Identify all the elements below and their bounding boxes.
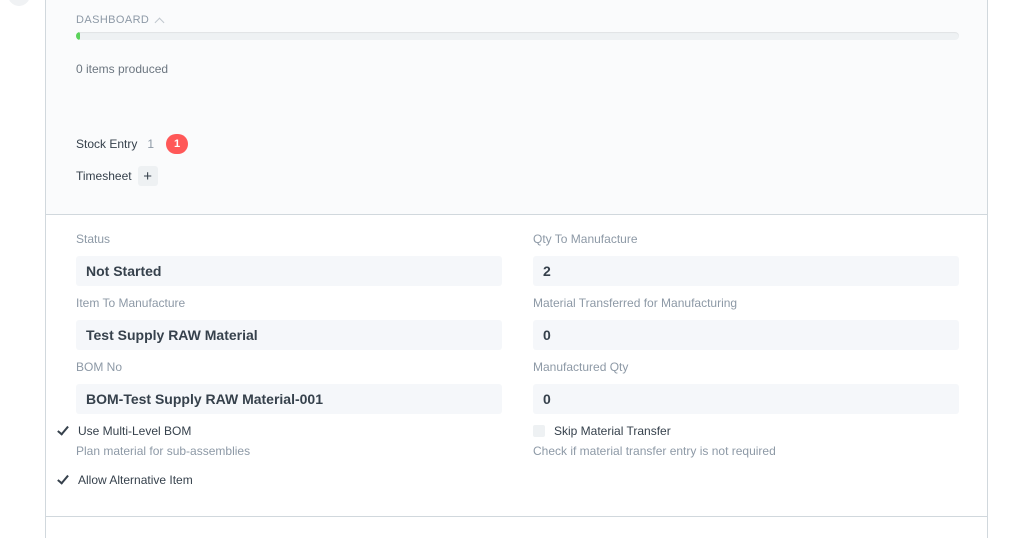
stock-entry-badge[interactable]: 1 [166,134,189,154]
skip-material-transfer-help: Check if material transfer entry is not … [533,444,776,458]
production-progress-bar [76,32,959,40]
items-produced-text: 0 items produced [76,62,169,76]
bom-no-value[interactable]: BOM-Test Supply RAW Material-001 [76,384,502,414]
allow-alternative-item-check[interactable]: Allow Alternative Item [56,473,193,487]
item-to-manufacture-value[interactable]: Test Supply RAW Material [76,320,502,350]
bom-no-field: BOM No BOM-Test Supply RAW Material-001 [76,360,502,414]
stock-entry-link[interactable]: Stock Entry [76,137,137,151]
material-transferred-field: Material Transferred for Manufacturing 0 [533,296,959,350]
dashboard-section: DASHBOARD 0 items produced [46,0,987,105]
checkmark-icon [56,424,70,438]
qty-to-manufacture-label: Qty To Manufacture [533,232,638,246]
material-transferred-label: Material Transferred for Manufacturing [533,296,738,310]
add-timesheet-icon[interactable]: + [137,166,158,186]
connection-timesheet: Timesheet + [76,166,158,186]
qty-to-manufacture-field: Qty To Manufacture 2 [533,232,959,286]
manufactured-qty-label: Manufactured Qty [533,360,629,374]
stock-entry-count: 1 [147,137,155,151]
manufactured-qty-value: 0 [533,384,959,414]
form-card: DASHBOARD 0 items produced Stock Entry 1… [45,0,988,538]
skip-material-transfer-label: Skip Material Transfer [554,424,671,438]
status-field: Status Not Started [76,232,502,286]
connections-section: Stock Entry 1 1 Timesheet + [46,104,987,215]
fields-section: Status Not Started Qty To Manufacture 2 … [46,214,987,517]
use-multi-level-bom-check[interactable]: Use Multi-Level BOM [56,424,191,438]
sidebar-avatar-edge [8,0,30,6]
status-label: Status [76,232,111,246]
dashboard-toggle[interactable]: DASHBOARD [76,14,165,27]
item-to-manufacture-label: Item To Manufacture [76,296,186,310]
manufactured-qty-field: Manufactured Qty 0 [533,360,959,414]
status-value: Not Started [76,256,502,286]
material-transferred-value: 0 [533,320,959,350]
checkmark-icon [56,473,70,487]
checkbox-icon[interactable] [533,425,545,437]
use-multi-level-bom-help: Plan material for sub-assemblies [76,444,251,458]
dashboard-heading: DASHBOARD [76,14,150,26]
item-to-manufacture-field: Item To Manufacture Test Supply RAW Mate… [76,296,502,350]
chevron-up-icon [154,17,165,27]
timesheet-link[interactable]: Timesheet [76,169,132,183]
use-multi-level-bom-label: Use Multi-Level BOM [78,424,192,438]
allow-alternative-item-label: Allow Alternative Item [78,473,193,487]
work-order-page: DASHBOARD 0 items produced Stock Entry 1… [0,0,1016,538]
connection-stock-entry: Stock Entry 1 1 [76,134,189,154]
production-progress-fill [76,32,81,40]
qty-to-manufacture-value: 2 [533,256,959,286]
skip-material-transfer-check[interactable]: Skip Material Transfer [533,424,671,438]
bom-no-label: BOM No [76,360,123,374]
